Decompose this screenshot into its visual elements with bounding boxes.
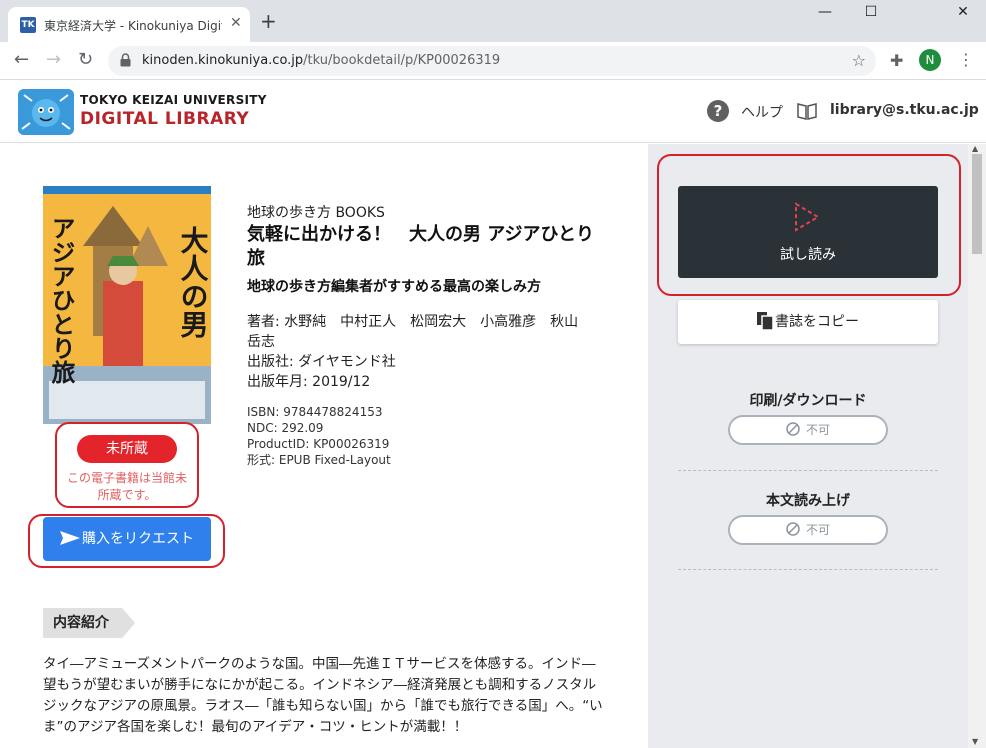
svg-text:大人の男: 大人の男 [177, 226, 210, 338]
play-icon [795, 202, 820, 232]
page-scrollbar[interactable]: ▲ ▼ [968, 144, 986, 748]
library-logo-icon[interactable] [18, 89, 74, 135]
logo-university-name: TOKYO KEIZAI UNIVERSITY [80, 93, 267, 107]
forward-arrow-icon[interactable]: → [46, 50, 61, 70]
not-owned-badge: 未所蔵 [77, 435, 177, 463]
book-subtitle: 地球の歩き方編集者がすすめる最高の楽しみ方 [247, 279, 541, 295]
browser-tab[interactable]: TK 東京経済大学 - Kinokuniya Digital ✕ [8, 7, 250, 42]
lock-icon [120, 53, 131, 67]
action-sidebar: 試し読み 書誌をコピー 印刷/ダウンロード 不可 本文読み上げ 不可 [648, 144, 968, 748]
minimize-button[interactable]: — [802, 4, 848, 20]
tab-close-icon[interactable]: ✕ [230, 15, 242, 31]
site-header: TOKYO KEIZAI UNIVERSITY DIGITAL LIBRARY … [0, 81, 986, 143]
book-format: 形式: EPUB Fixed-Layout [247, 453, 391, 467]
favicon-icon: TK [20, 17, 36, 33]
book-product-id: ProductID: KP00026319 [247, 437, 390, 451]
book-detail-main: 大人の男 アジアひとり旅 未所蔵 この電子書籍は当館未所蔵です。 購入をリクエス… [0, 144, 648, 748]
text-to-speech-title: 本文読み上げ [766, 493, 850, 509]
url-domain: kinoden.kinokuniya.co.jp [142, 53, 304, 68]
purchase-request-button[interactable]: 購入をリクエスト [43, 517, 211, 561]
book-isbn: ISBN: 9784478824153 [247, 405, 383, 419]
not-owned-note: この電子書籍は当館未所蔵です。 [66, 471, 187, 502]
tab-title: 東京経済大学 - Kinokuniya Digital [44, 19, 222, 33]
preview-label: 試し読み [780, 247, 836, 263]
divider [678, 569, 938, 570]
description-heading: 内容紹介 [43, 608, 135, 638]
text-to-speech-value: 不可 [805, 523, 830, 537]
extensions-puzzle-icon[interactable]: ✚ [890, 51, 903, 70]
scroll-down-arrow-icon[interactable]: ▼ [972, 737, 978, 746]
print-download-value: 不可 [805, 423, 830, 437]
help-link[interactable]: ヘルプ [741, 102, 783, 122]
book-series[interactable]: 地球の歩き方 BOOKS [247, 202, 385, 222]
send-plane-icon [60, 531, 80, 545]
print-download-status: 不可 [728, 415, 888, 445]
divider [678, 470, 938, 471]
reload-icon[interactable]: ↻ [78, 50, 93, 70]
scrollbar-thumb[interactable] [972, 154, 982, 254]
back-arrow-icon[interactable]: ← [14, 50, 29, 70]
purchase-request-label: 購入をリクエスト [82, 531, 194, 547]
book-cover-image: 大人の男 アジアひとり旅 [43, 186, 211, 424]
book-pubdate: 出版年月: 2019/12 [247, 374, 371, 390]
url-text: kinoden.kinokuniya.co.jp/tku/bookdetail/… [142, 53, 500, 68]
prohibited-icon [786, 522, 800, 536]
text-to-speech-status: 不可 [728, 515, 888, 545]
print-download-title: 印刷/ダウンロード [749, 393, 867, 409]
new-tab-button[interactable]: + [260, 11, 277, 31]
maximize-button[interactable]: ☐ [848, 4, 894, 20]
address-bar[interactable]: kinoden.kinokuniya.co.jp/tku/bookdetail/… [108, 46, 876, 76]
browser-toolbar: ← → ↻ kinoden.kinokuniya.co.jp/tku/bookd… [0, 42, 986, 80]
book-authors[interactable]: 著者: 水野純 中村正人 松岡宏大 小高雅彦 秋山岳志 [247, 312, 587, 352]
svg-text:アジアひとり旅: アジアひとり旅 [47, 216, 75, 384]
preview-button[interactable]: 試し読み [678, 186, 938, 278]
book-description: タイ―アミューズメントパークのような国。中国―先進ＩＴサービスを体感する。インド… [43, 656, 603, 735]
logo-library-name: DIGITAL LIBRARY [80, 109, 250, 129]
profile-avatar[interactable]: N [919, 49, 941, 71]
bookmark-star-icon[interactable]: ☆ [852, 51, 866, 70]
book-codes: ISBN: 9784478824153 NDC: 292.09 ProductI… [247, 404, 391, 468]
browser-tabstrip: TK 東京経済大学 - Kinokuniya Digital ✕ + — ☐ ✕ [0, 0, 986, 42]
scroll-up-arrow-icon[interactable]: ▲ [972, 144, 978, 153]
copy-icon [757, 312, 773, 330]
copy-citation-button[interactable]: 書誌をコピー [678, 300, 938, 344]
close-window-button[interactable]: ✕ [940, 4, 986, 20]
help-icon[interactable]: ? [707, 100, 729, 122]
book-publisher[interactable]: 出版社: ダイヤモンド社 [247, 352, 587, 372]
open-book-icon[interactable] [796, 101, 818, 121]
book-meta: 著者: 水野純 中村正人 松岡宏大 小高雅彦 秋山岳志 出版社: ダイヤモンド社… [247, 312, 587, 392]
prohibited-icon [786, 422, 800, 436]
browser-menu-icon[interactable]: ⋮ [958, 49, 974, 71]
user-account-link[interactable]: library@s.tku.ac.jp [830, 102, 979, 118]
book-title: 気軽に出かける！ 大人の男 アジアひとり旅 [247, 224, 595, 269]
book-ndc: NDC: 292.09 [247, 421, 324, 435]
copy-citation-label: 書誌をコピー [775, 314, 859, 330]
url-path: /tku/bookdetail/p/KP00026319 [303, 53, 501, 68]
